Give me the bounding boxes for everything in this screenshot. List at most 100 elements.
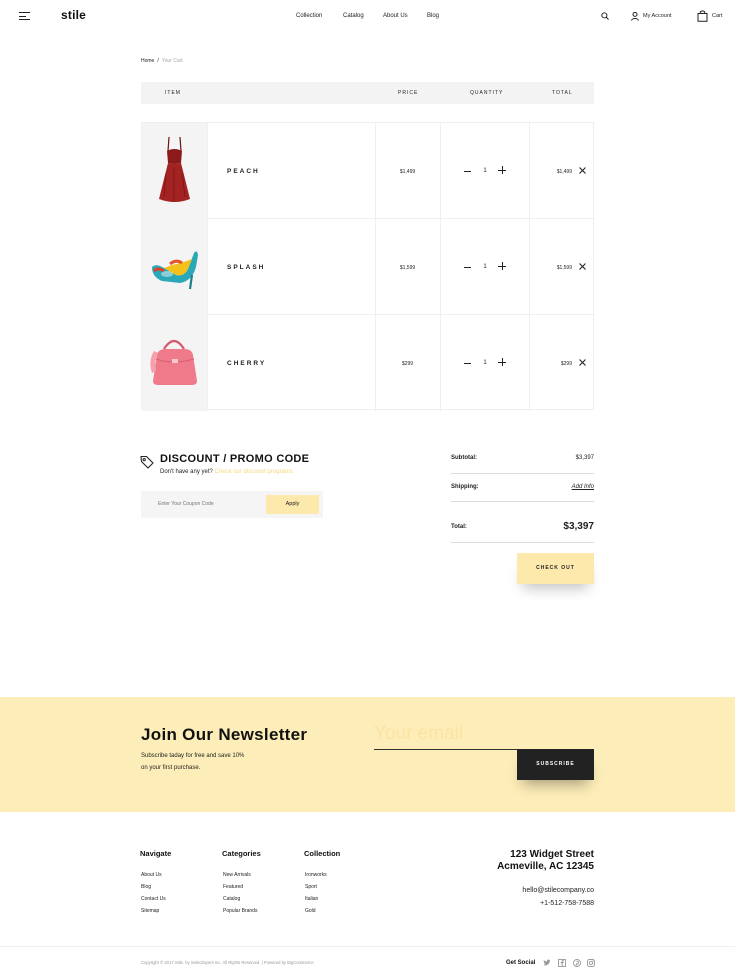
product-name[interactable]: PEACH (227, 168, 260, 175)
footer-categories-title: Categories (222, 849, 261, 858)
increase-quantity-button[interactable] (498, 166, 506, 174)
newsletter-subtitle-line1: Subscribe taday for free and save 10% (141, 753, 245, 759)
minus-icon (464, 171, 471, 172)
decrease-quantity-button[interactable] (464, 169, 472, 175)
breadcrumb: Home / Your Cart (141, 58, 183, 64)
nav-catalog[interactable]: Catalog (343, 13, 364, 19)
newsletter-section: Join Our Newsletter Subscribe taday for … (0, 697, 735, 812)
subtotal-label: Subtotal: (451, 455, 477, 461)
footer-link-ironworks[interactable]: Ironworks (305, 872, 327, 878)
address-line-2: Acmeville, AC 12345 (497, 861, 594, 872)
pinterest-icon[interactable] (573, 959, 581, 967)
product-name[interactable]: CHERRY (227, 360, 266, 367)
discount-subtitle: Don't have any yet? Check our discount p… (160, 469, 293, 475)
get-social-label: Get Social (506, 960, 536, 966)
remove-item-icon[interactable] (579, 263, 586, 270)
total-label: Total: (451, 524, 467, 530)
newsletter-title: Join Our Newsletter (141, 725, 308, 744)
footer-divider (0, 946, 735, 947)
newsletter-email-input[interactable]: Your email (374, 723, 463, 745)
footer-link-about-us[interactable]: About Us (141, 872, 162, 878)
contact-phone-link[interactable]: +1-512-758-7588 (540, 900, 594, 907)
instagram-icon[interactable] (587, 959, 595, 967)
product-price: $299 (401, 361, 414, 367)
menu-icon[interactable] (19, 12, 31, 21)
search-icon[interactable] (601, 12, 609, 20)
red-dress-icon (159, 136, 190, 202)
site-logo[interactable]: stile (61, 8, 86, 22)
footer-link-new-arrivals[interactable]: New Arrivals (223, 872, 251, 878)
table-row: SPLASH $1,599 1 $1,599 (142, 219, 595, 315)
column-header-total: TOTAL (552, 90, 573, 96)
nav-blog[interactable]: Blog (427, 13, 439, 19)
site-header: stile Collection Catalog About Us Blog M… (0, 0, 735, 34)
breadcrumb-current: Your Cart (161, 58, 183, 64)
minus-icon (464, 267, 471, 268)
shipping-label: Shipping: (451, 484, 479, 490)
footer-link-gold[interactable]: Gold (305, 908, 316, 914)
decrease-quantity-button[interactable] (464, 265, 472, 271)
cart-table-header: ITEM PRICE QUANTITY TOTAL (141, 82, 594, 104)
column-header-quantity: QUANTITY (470, 90, 504, 96)
discount-title: DISCOUNT / PROMO CODE (160, 453, 310, 465)
footer-link-blog[interactable]: Blog (141, 884, 151, 890)
quantity-value[interactable]: 1 (481, 168, 489, 174)
shopping-bag-icon (697, 10, 708, 22)
footer-link-featured[interactable]: Featured (223, 884, 243, 890)
product-name[interactable]: SPLASH (227, 264, 265, 271)
summary-divider (451, 542, 594, 543)
product-thumbnail[interactable] (142, 123, 207, 219)
nav-about-us[interactable]: About Us (383, 13, 408, 19)
address-line-1: 123 Widget Street (510, 849, 594, 860)
remove-item-icon[interactable] (579, 167, 586, 174)
coupon-code-input[interactable] (158, 501, 258, 507)
decrease-quantity-button[interactable] (464, 361, 472, 367)
increase-quantity-button[interactable] (498, 358, 506, 366)
line-total: $299 (560, 361, 572, 367)
cart-items: PEACH $1,499 1 $1,499 SPLASH $1,599 1 $1… (141, 122, 595, 411)
checkout-button[interactable]: CHECK OUT (517, 553, 594, 584)
table-row: PEACH $1,499 1 $1,499 (142, 123, 595, 219)
table-row: CHERRY $299 1 $299 (142, 315, 595, 411)
heel-shoe-icon (152, 251, 198, 290)
footer-link-sport[interactable]: Sport (305, 884, 317, 890)
discount-programs-link[interactable]: Check our discount programs (215, 469, 293, 475)
quantity-value[interactable]: 1 (481, 360, 489, 366)
line-total: $1,499 (556, 169, 572, 175)
twitter-icon[interactable] (543, 959, 551, 967)
user-icon (631, 12, 639, 21)
column-header-item: ITEM (165, 90, 181, 96)
contact-email-link[interactable]: hello@stilecompany.co (522, 887, 594, 894)
increase-quantity-button[interactable] (498, 262, 506, 270)
email-input-underline (374, 749, 517, 750)
minus-icon (464, 363, 471, 364)
product-price: $1,599 (399, 265, 416, 271)
footer-link-catalog[interactable]: Catalog (223, 896, 240, 902)
company-address: 123 Widget Street Acmeville, AC 12345 (497, 849, 594, 873)
footer-link-italian[interactable]: Italian (305, 896, 318, 902)
column-header-price: PRICE (398, 90, 419, 96)
line-total: $1,599 (556, 265, 572, 271)
nav-collection[interactable]: Collection (296, 13, 322, 19)
quantity-value[interactable]: 1 (481, 264, 489, 270)
discount-prompt: Don't have any yet? (160, 469, 213, 475)
cart-label: Cart (712, 13, 723, 19)
subtotal-value: $3,397 (575, 455, 594, 461)
footer-link-popular-brands[interactable]: Popular Brands (223, 908, 257, 914)
breadcrumb-home[interactable]: Home (141, 58, 154, 64)
total-value: $3,397 (563, 521, 594, 532)
footer-link-contact-us[interactable]: Contact Us (141, 896, 166, 902)
my-account-label: My Account (643, 13, 672, 19)
summary-divider (451, 473, 594, 474)
apply-coupon-button[interactable]: Apply (266, 495, 319, 514)
shipping-add-info-link[interactable]: Add Info (572, 484, 594, 490)
summary-divider (451, 501, 594, 502)
product-thumbnail[interactable] (142, 219, 207, 315)
product-thumbnail[interactable] (142, 315, 207, 411)
facebook-icon[interactable] (558, 959, 566, 967)
product-price: $1,499 (399, 169, 416, 175)
subscribe-button[interactable]: SUBSCRIBE (517, 749, 594, 780)
remove-item-icon[interactable] (579, 359, 586, 366)
copyright-text: Copyright © 2017 Stile. by Selectlayers … (141, 960, 314, 965)
footer-link-sitemap[interactable]: Sitemap (141, 908, 159, 914)
